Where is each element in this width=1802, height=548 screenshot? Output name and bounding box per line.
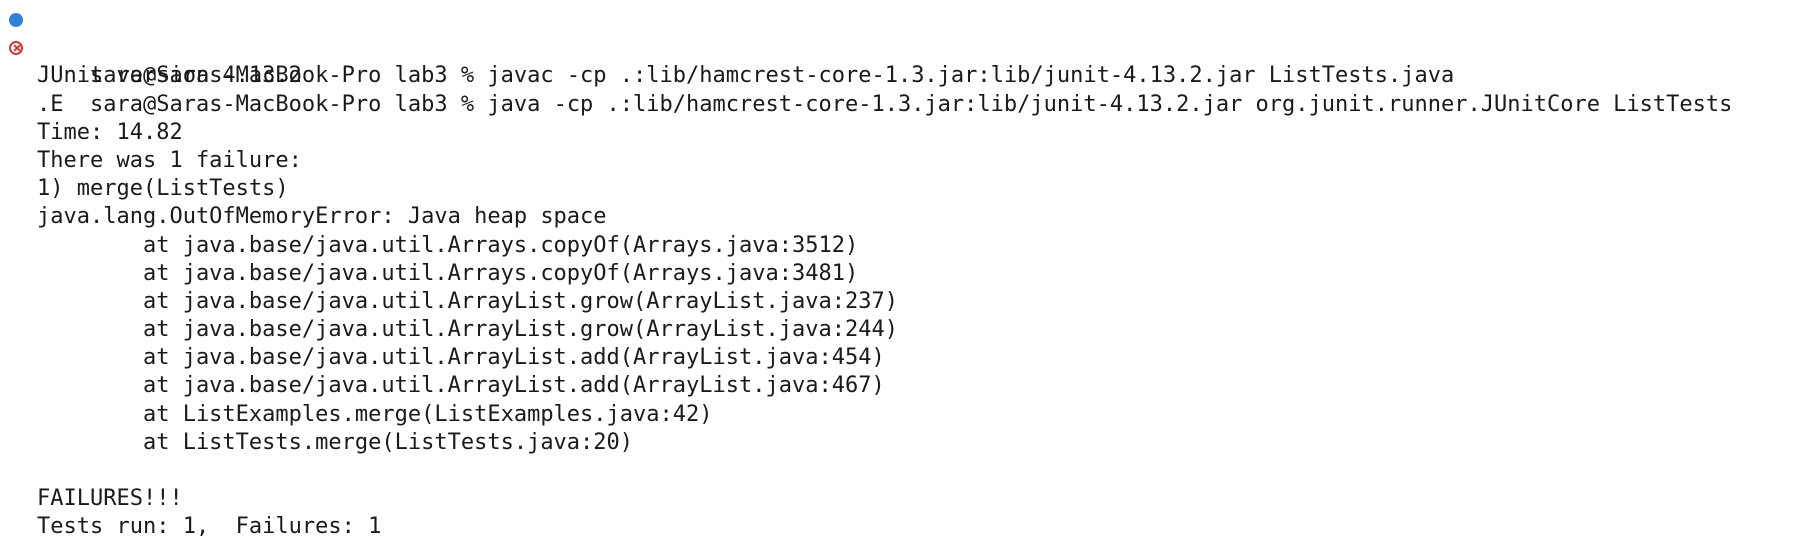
output-line: .E [37, 91, 64, 117]
stack-trace-line: at java.base/java.util.Arrays.copyOf(Arr… [37, 260, 859, 286]
terminal-window[interactable]: sara@Saras-MacBook-Pro lab3 % javac -cp … [0, 0, 1802, 548]
stack-trace-line: at java.base/java.util.ArrayList.grow(Ar… [37, 317, 898, 343]
output-line: FAILURES!!! [37, 486, 183, 512]
output-line: Tests run: 1, Failures: 1 [37, 514, 382, 540]
command-line: sara@Saras-MacBook-Pro lab3 % java -cp .… [0, 34, 1802, 117]
stack-trace-line: at java.base/java.util.Arrays.copyOf(Arr… [37, 232, 859, 258]
stack-trace-line: at ListTests.merge(ListTests.java:20) [37, 429, 634, 455]
error-circle-x-icon[interactable] [9, 41, 23, 56]
command-line: sara@Saras-MacBook-Pro lab3 % javac -cp … [0, 6, 1802, 88]
stack-trace-line: at ListExamples.merge(ListExamples.java:… [37, 401, 713, 427]
output-line: Time: 14.82 [37, 119, 183, 145]
stack-trace-line: at java.base/java.util.ArrayList.add(Arr… [37, 345, 885, 371]
output-line: There was 1 failure: [37, 147, 302, 173]
stack-trace-line: at java.base/java.util.ArrayList.grow(Ar… [37, 288, 898, 314]
output-line: JUnit version 4.13.2 [37, 63, 302, 89]
stack-trace-line: at java.base/java.util.ArrayList.add(Arr… [37, 373, 885, 399]
blue-dot-icon[interactable] [9, 13, 23, 27]
output-line: java.lang.OutOfMemoryError: Java heap sp… [37, 204, 607, 230]
output-line: 1) merge(ListTests) [37, 176, 289, 202]
